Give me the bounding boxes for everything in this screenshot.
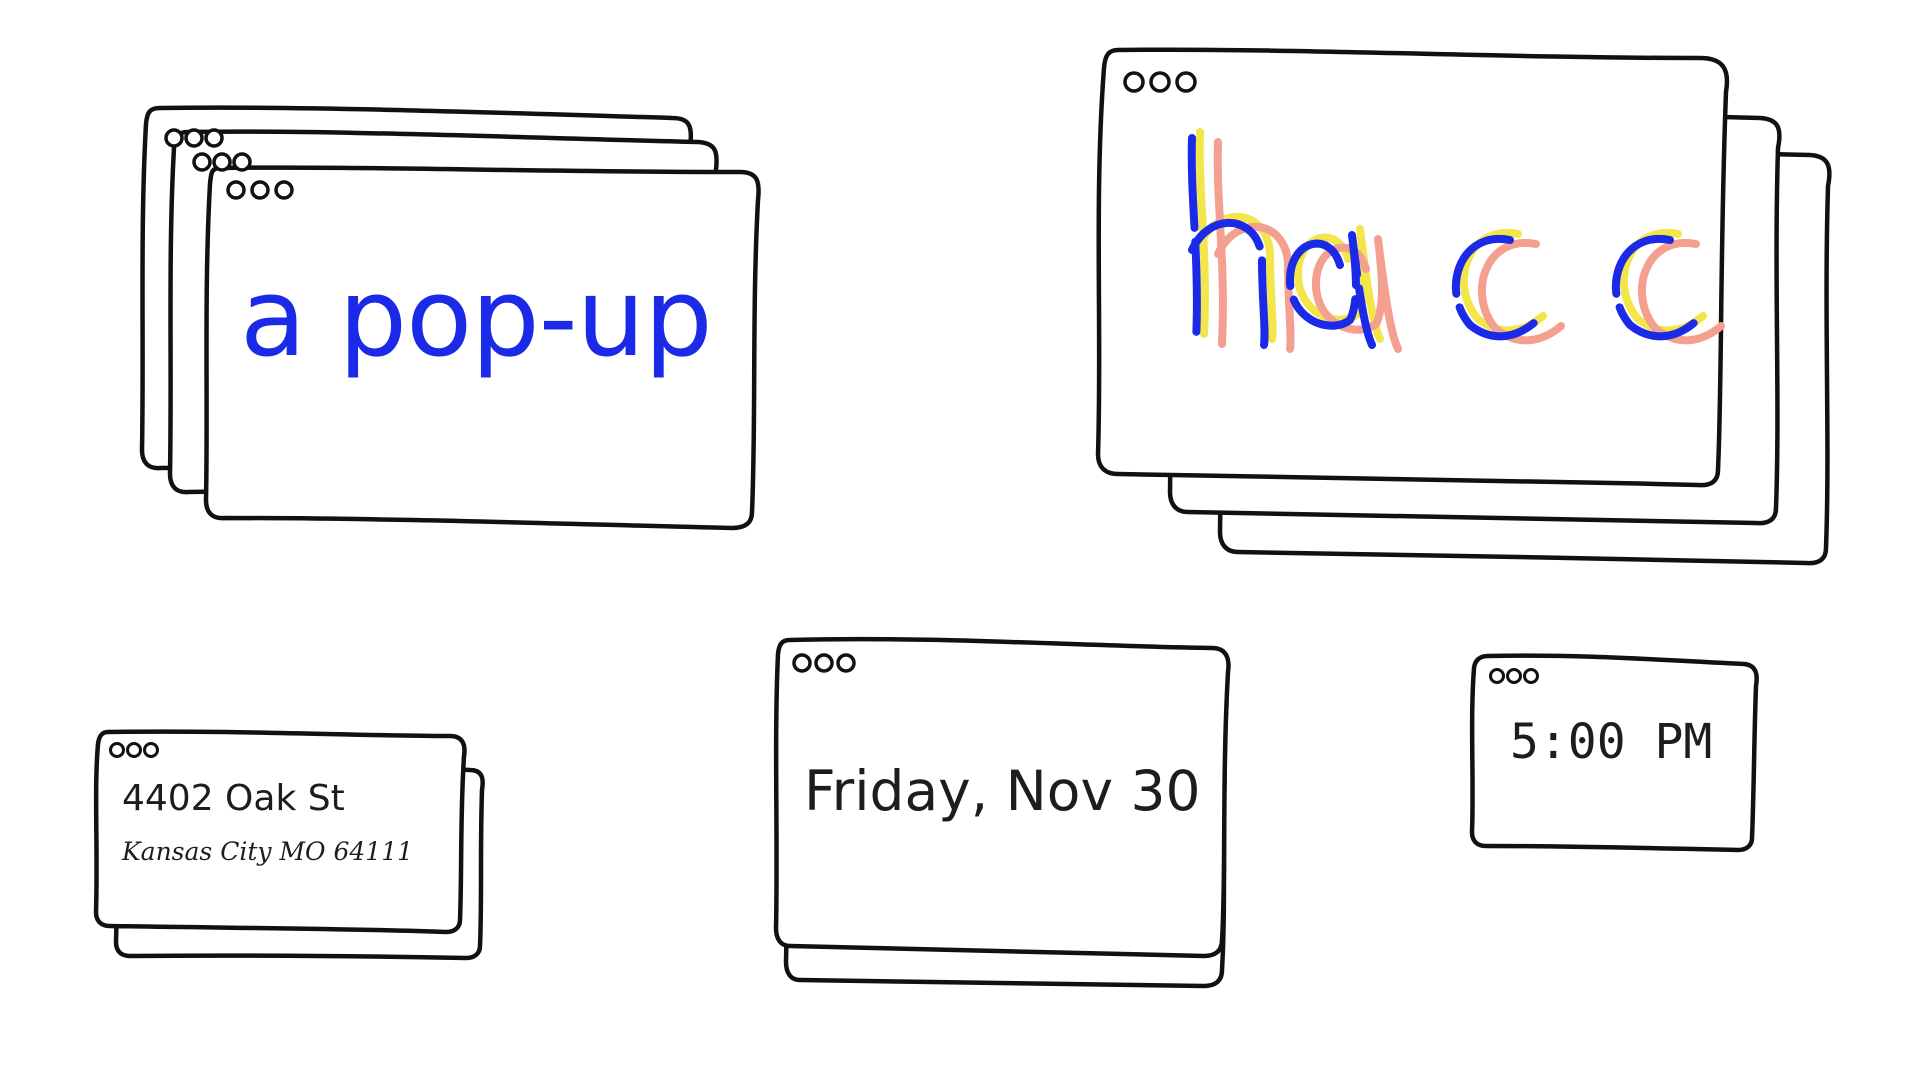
hacc-window-dots [1123, 71, 1197, 93]
date-text: Friday, Nov 30 [804, 759, 1201, 823]
address-line-1: 4402 Oak St [122, 778, 345, 819]
canvas [93, 47, 1832, 989]
address-front-window [93, 729, 467, 935]
address-line-2: Kansas City MO 64111 [122, 837, 414, 866]
popup-middle-dots [192, 152, 252, 172]
popup-text: a pop-up [240, 256, 713, 381]
time-window-dots [1489, 668, 1539, 684]
date-window-dots [792, 653, 856, 673]
time-text: 5:00 PM [1510, 714, 1713, 770]
popup-window-dots [226, 180, 294, 200]
address-window-dots [109, 742, 159, 758]
popup-back-dots [164, 128, 224, 148]
